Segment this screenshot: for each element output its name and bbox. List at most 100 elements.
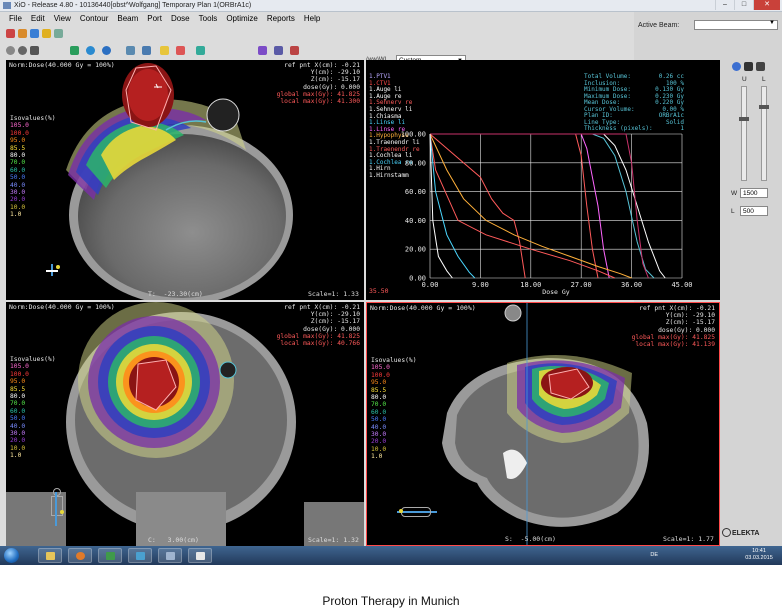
slider-thumb[interactable] xyxy=(759,105,769,109)
coronal-view[interactable]: Norm:Dose(40.000 Gy = 100%) ref pnt X(cm… xyxy=(6,302,364,546)
ref-value-y: -29.10 xyxy=(337,311,360,319)
zoom-icon[interactable] xyxy=(6,46,15,55)
beam-icon[interactable] xyxy=(30,29,39,38)
active-beam-select[interactable]: ▼ xyxy=(694,20,778,30)
minimize-button[interactable]: – xyxy=(715,0,734,10)
taskbar-media[interactable] xyxy=(68,548,92,563)
menu-dose[interactable]: Dose xyxy=(171,14,190,23)
ref-value-global-max: 41.825 xyxy=(692,333,715,341)
window-title: XiO - Release 4.80 - 10136440[obst^Wolfg… xyxy=(14,2,252,9)
select-icon[interactable] xyxy=(6,29,15,38)
image-icon[interactable] xyxy=(744,62,753,71)
menu-file[interactable]: File xyxy=(9,14,22,23)
close-button[interactable]: ✕ xyxy=(753,0,780,10)
menu-beam[interactable]: Beam xyxy=(117,14,138,23)
menu-contour[interactable]: Contour xyxy=(80,14,108,23)
language-indicator[interactable]: DE xyxy=(650,552,658,558)
ref-label-dose: dose(Gy): xyxy=(303,83,338,91)
norm-label: Norm:Dose(40.000 Gy = 100%) xyxy=(370,304,476,312)
isovalue-legend: Isovalues(%) 105.0 100.0 95.0 85.5 80.0 70.0 6… xyxy=(10,115,56,219)
ref-label-global-max: global max(Gy): xyxy=(276,90,334,98)
grid-toggle-icon[interactable] xyxy=(142,46,151,55)
menu-edit[interactable]: Edit xyxy=(31,14,45,23)
taskbar-explorer[interactable] xyxy=(38,548,62,563)
window-level-input[interactable]: 500 xyxy=(740,206,768,216)
ref-label-dose: dose(Gy): xyxy=(658,326,693,334)
window-width-input[interactable]: 1500 xyxy=(740,188,768,198)
pan-icon[interactable] xyxy=(18,46,27,55)
isovalue-title: Isovalues(%) xyxy=(10,115,56,122)
eye-contour xyxy=(219,361,237,379)
dvh-series-line xyxy=(430,133,649,279)
slider-thumb[interactable] xyxy=(739,117,749,121)
slider-u-label: U xyxy=(742,76,747,83)
elekta-brand: ELEKTA xyxy=(732,530,760,537)
lower-window-slider[interactable] xyxy=(759,86,769,181)
taskbar-doc[interactable] xyxy=(158,548,182,563)
scale-readout: Scale=1: 1.77 xyxy=(663,535,714,543)
menu-tools[interactable]: Tools xyxy=(199,14,218,23)
isovalue-level: 60.0 xyxy=(10,166,26,174)
sync-icon[interactable] xyxy=(290,46,299,55)
isovalue-level: 100.0 xyxy=(10,370,29,378)
arrows-icon[interactable] xyxy=(274,46,283,55)
start-button[interactable] xyxy=(4,548,19,563)
taskbar-app[interactable] xyxy=(128,548,152,563)
level-label: L xyxy=(731,208,735,215)
isovalue-level: 20.0 xyxy=(10,196,26,204)
menu-help[interactable]: Help xyxy=(304,14,320,23)
menu-optimize[interactable]: Optimize xyxy=(226,14,258,23)
flag-icon[interactable] xyxy=(160,46,169,55)
isovalue-level: 30.0 xyxy=(10,189,26,197)
window-level-icon[interactable] xyxy=(30,46,39,55)
ref-label-x: ref pnt X(cm): xyxy=(284,304,338,311)
dvh-view[interactable]: 1.PTV1 1.CTV1 1.Auge li 1.Auge re 1.Sehnerv … xyxy=(366,60,720,300)
isovalue-level: 80.0 xyxy=(10,152,26,160)
isovalue-level: 50.0 xyxy=(371,416,387,424)
slice-position: T: -23.30(cm) xyxy=(148,290,203,298)
dose-icon[interactable] xyxy=(54,29,63,38)
isovalue-level: 70.0 xyxy=(371,401,387,409)
link-icon[interactable] xyxy=(258,46,267,55)
slice-position: C: 3.00(cm) xyxy=(148,536,199,544)
norm-label: Norm:Dose(40.000 Gy = 100%) xyxy=(9,61,115,69)
ref-label-x: ref pnt X(cm): xyxy=(284,62,338,69)
isovalue-level: 85.5 xyxy=(10,385,26,393)
contour-icon[interactable] xyxy=(42,29,51,38)
isovalue-level: 40.0 xyxy=(371,423,387,431)
ref-label-y: Y(cm): xyxy=(310,69,334,77)
maximize-button[interactable]: □ xyxy=(734,0,753,10)
sphere-icon-2[interactable] xyxy=(102,46,111,55)
isovalue-level: 10.0 xyxy=(371,445,387,453)
menu-port[interactable]: Port xyxy=(147,14,162,23)
grid-icon[interactable] xyxy=(18,29,27,38)
beam-eye-icon[interactable] xyxy=(176,46,185,55)
pencil-icon[interactable] xyxy=(732,62,741,71)
transverse-view[interactable]: Norm:Dose(40.000 Gy = 100%) ref pnt X(cm… xyxy=(6,60,364,300)
isovalue-level: 85.5 xyxy=(371,386,387,394)
undo-icon[interactable] xyxy=(196,46,205,55)
upper-window-slider[interactable] xyxy=(739,86,749,181)
isovalue-title: Isovalues(%) xyxy=(371,357,417,364)
menu-view[interactable]: View xyxy=(54,14,71,23)
dvh-x-tick: 18.00 xyxy=(520,281,541,289)
print-icon[interactable] xyxy=(756,62,765,71)
dvh-y-tick: 60.00 xyxy=(405,188,426,196)
ref-label-local-max: local max(Gy): xyxy=(280,340,334,348)
eye-contour xyxy=(206,98,240,132)
isovalue-level: 10.0 xyxy=(10,203,26,211)
menu-reports[interactable]: Reports xyxy=(267,14,295,23)
isovalue-list: 105.0 100.0 95.0 85.5 80.0 70.0 60.0 50.0 40.0 30… xyxy=(371,364,417,460)
window-icon xyxy=(136,552,145,560)
ruler-icon[interactable] xyxy=(126,46,135,55)
sagittal-view[interactable]: Norm:Dose(40.000 Gy = 100%) ref pnt X(cm… xyxy=(366,302,720,546)
sphere-icon[interactable] xyxy=(86,46,95,55)
taskbar-tool[interactable] xyxy=(188,548,212,563)
taskbar-xio[interactable] xyxy=(98,548,122,563)
dvh-y-tick: 100.00 xyxy=(401,131,426,139)
clock[interactable]: 10:41 03.03.2015 xyxy=(744,548,774,562)
norm-label: Norm:Dose(40.000 Gy = 100%) xyxy=(9,303,115,311)
gantry-icon[interactable] xyxy=(504,304,522,322)
isovalue-level: 50.0 xyxy=(10,415,26,423)
contour-tool-icon[interactable] xyxy=(70,46,79,55)
